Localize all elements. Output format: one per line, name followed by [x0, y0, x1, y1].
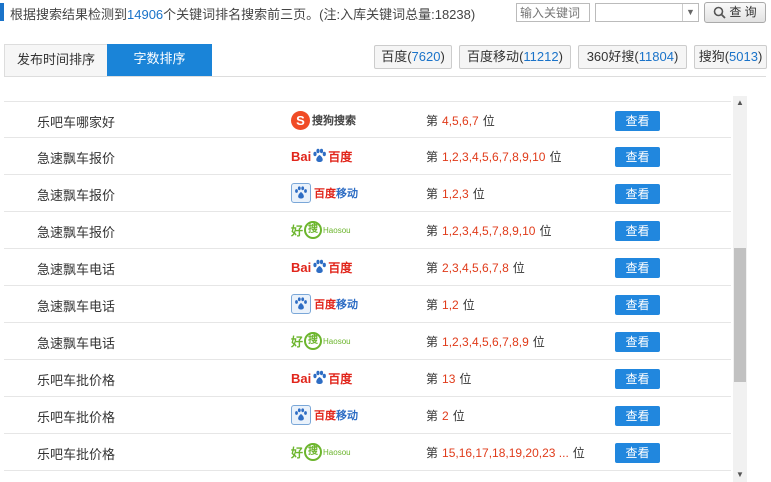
rank-positions: 1,2,3,4,5,6,7,8,9,10 — [442, 150, 546, 164]
haosou-logo-icon: 好搜 Haosou — [291, 330, 351, 352]
rank-positions: 2,3,4,5,6,7,8 — [442, 261, 509, 275]
search-icon — [714, 6, 726, 19]
baidu-mobile-logo-icon: 百度移动 — [291, 182, 358, 204]
haosou-logo-icon: 好搜 Haosou — [291, 441, 351, 463]
engine-tab-sogou[interactable]: 搜狗(5013) — [694, 45, 767, 69]
view-button[interactable]: 查看 — [615, 443, 660, 463]
table-row: 急速飘车电话 百度移动 第 1,2 位 查看 — [4, 286, 731, 323]
keyword-cell: 乐吧车批价格 — [37, 373, 116, 388]
baidu-logo-icon: Bai 百度 — [291, 259, 353, 275]
keyword-cell: 乐吧车哪家好 — [37, 115, 116, 130]
engine-tab-label: 百度移动 — [467, 49, 520, 64]
chevron-down-icon[interactable]: ▼ — [682, 4, 698, 21]
keyword-cell: 急速飘车电话 — [37, 262, 116, 277]
rank-cell: 第 1,2,3,4,5,7,8,9,10 位 — [426, 224, 552, 238]
engine-tab-baidu-mobile[interactable]: 百度移动(11212) — [459, 45, 571, 69]
rank-cell: 第 15,16,17,18,19,20,23 ... 位 — [426, 446, 585, 460]
rank-positions: 1,2,3 — [442, 187, 469, 201]
tab-sort-by-length[interactable]: 字数排序 — [107, 44, 212, 76]
query-button[interactable]: 查 询 — [704, 2, 766, 23]
table-row: 急速飘车电话 好搜 Haosou 第 1,2,3,4,5,6,7,8,9 位 查看 — [4, 323, 731, 360]
table-row: 急速飘车电话 Bai 百度 第 2,3,4,5,6,7,8 位 查看 — [4, 249, 731, 286]
view-button[interactable]: 查看 — [615, 332, 660, 352]
engine-tab-label: 360好搜 — [586, 49, 635, 64]
keyword-count: 14906 — [127, 7, 164, 22]
keyword-cell: 乐吧车批价格 — [37, 410, 116, 425]
table-row: 急速飘车报价 百度移动 第 1,2,3 位 查看 — [4, 175, 731, 212]
baidu-mobile-logo-icon: 百度移动 — [291, 404, 358, 426]
summary-text: 根据搜索结果检测到14906个关键词排名搜索前三页。(注:入库关键词总量:182… — [10, 4, 475, 23]
engine-tab-count: 7620 — [411, 49, 441, 64]
view-button[interactable]: 查看 — [615, 406, 660, 426]
rank-positions: 2 — [442, 409, 449, 423]
rank-positions: 13 — [442, 372, 456, 386]
rank-positions: 15,16,17,18,19,20,23 ... — [442, 446, 569, 460]
rank-positions: 1,2,3,4,5,7,8,9,10 — [442, 224, 536, 238]
query-button-label: 查 询 — [729, 5, 757, 19]
engine-tab-count: 11804 — [638, 49, 674, 64]
rank-cell: 第 4,5,6,7 位 — [426, 114, 495, 128]
view-button[interactable]: 查看 — [615, 369, 660, 389]
rank-cell: 第 1,2,3,4,5,6,7,8,9,10 位 — [426, 150, 562, 164]
scrollbar-thumb[interactable] — [734, 248, 746, 382]
view-button[interactable]: 查看 — [615, 111, 660, 131]
rank-cell: 第 1,2 位 — [426, 298, 475, 312]
engine-tab-baidu[interactable]: 百度(7620) — [374, 45, 452, 69]
keyword-cell: 急速飘车报价 — [37, 225, 116, 240]
engine-select[interactable]: ▼ — [595, 3, 699, 22]
rank-positions: 1,2,3,4,5,6,7,8,9 — [442, 335, 529, 349]
rank-positions: 4,5,6,7 — [442, 114, 479, 128]
engine-tab-label: 百度 — [381, 49, 408, 64]
ranking-table: 乐吧车哪家好 S 搜狗搜索第 4,5,6,7 位查看 急速飘车报价 Bai 百度第 1,2,3,… — [4, 101, 731, 471]
view-button[interactable]: 查看 — [615, 295, 660, 315]
haosou-logo-icon: 好搜 Haosou — [291, 219, 351, 241]
scroll-up-icon[interactable]: ▲ — [733, 96, 747, 110]
table-row: 乐吧车批价格 好搜 Haosou 第 15,16,17,18,19,20,23 ... 位… — [4, 434, 731, 471]
keyword-cell: 急速飘车报价 — [37, 151, 116, 166]
baidu-logo-icon: Bai 百度 — [291, 370, 353, 386]
view-button[interactable]: 查看 — [615, 258, 660, 278]
table-row: 乐吧车批价格 Bai 百度 第 13 位 查看 — [4, 360, 731, 397]
engine-tab-360[interactable]: 360好搜(11804) — [578, 45, 687, 69]
keyword-cell: 急速飘车电话 — [37, 336, 116, 351]
engine-tab-count: 11212 — [523, 49, 559, 64]
table-row: 急速飘车报价 好搜 Haosou 第 1,2,3,4,5,7,8,9,10 位 查看 — [4, 212, 731, 249]
summary-prefix: 根据搜索结果检测到 — [10, 7, 128, 22]
view-button[interactable]: 查看 — [615, 221, 660, 241]
table-row: 乐吧车哪家好 S 搜狗搜索 第 4,5,6,7 位 查看 — [4, 101, 731, 138]
keyword-cell: 急速飘车报价 — [37, 188, 116, 203]
tab-sort-by-date[interactable]: 发布时间排序 — [4, 44, 108, 76]
accent-bar — [0, 3, 4, 21]
baidu-logo-icon: Bai 百度 — [291, 148, 353, 164]
keyword-search-input[interactable] — [516, 3, 590, 22]
baidu-mobile-logo-icon: 百度移动 — [291, 293, 358, 315]
sogou-logo-icon: S 搜狗搜索 — [291, 109, 356, 131]
view-button[interactable]: 查看 — [615, 184, 660, 204]
table-row: 乐吧车批价格 百度移动 第 2 位 查看 — [4, 397, 731, 434]
engine-tab-label: 搜狗 — [698, 49, 725, 64]
table-row: 急速飘车报价 Bai 百度 第 1,2,3,4,5,6,7,8,9,10 位 查看 — [4, 138, 731, 175]
view-button[interactable]: 查看 — [615, 147, 660, 167]
keyword-cell: 乐吧车批价格 — [37, 447, 116, 462]
rank-cell: 第2位 — [426, 409, 465, 423]
tab-bar: 发布时间排序 字数排序 百度(7620) 百度移动(11212) 360好搜(1… — [4, 44, 767, 77]
scrollbar[interactable]: ▲ ▼ — [733, 96, 747, 482]
rank-cell: 第 2,3,4,5,6,7,8 位 — [426, 261, 525, 275]
engine-tab-count: 5013 — [729, 49, 758, 64]
summary-suffix: 个关键词排名搜索前三页。(注:入库关键词总量:18238) — [163, 7, 476, 22]
rank-cell: 第 13 位 — [426, 372, 472, 386]
keyword-cell: 急速飘车电话 — [37, 299, 116, 314]
rank-positions: 1,2 — [442, 298, 459, 312]
rank-cell: 第 1,2,3,4,5,6,7,8,9 位 — [426, 335, 545, 349]
scroll-down-icon[interactable]: ▼ — [733, 468, 747, 482]
rank-cell: 第 1,2,3 位 — [426, 187, 485, 201]
top-bar: 根据搜索结果检测到14906个关键词排名搜索前三页。(注:入库关键词总量:182… — [0, 0, 771, 26]
